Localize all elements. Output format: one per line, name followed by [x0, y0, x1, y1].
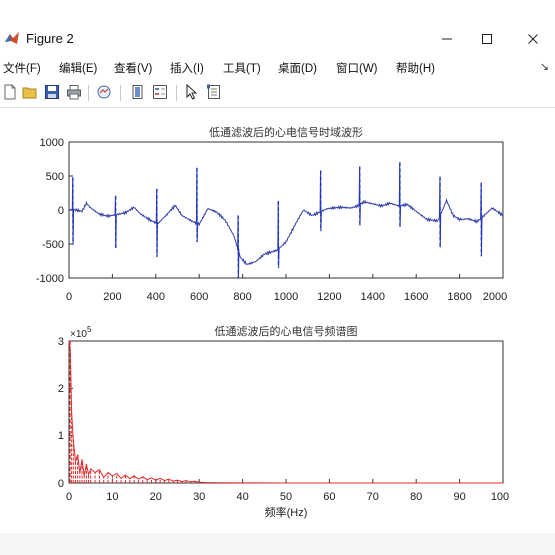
window-title: Figure 2	[26, 31, 74, 46]
x-tick-label: 0	[66, 291, 72, 303]
y-tick-label: 1000	[40, 137, 64, 149]
menu-window[interactable]: 窗口(W)	[336, 60, 378, 76]
maximize-icon	[482, 34, 492, 44]
link-plot-icon[interactable]	[96, 84, 112, 100]
y-tick-label: -500	[42, 239, 64, 251]
x-tick-label: 50	[280, 491, 292, 503]
x-tick-label: 2000	[483, 291, 507, 303]
x-tick-label: 20	[150, 491, 162, 503]
x-tick-label: 10	[106, 491, 118, 503]
y-tick-label: 2	[58, 383, 64, 395]
open-file-icon[interactable]	[22, 84, 38, 100]
maximize-button[interactable]	[476, 28, 498, 50]
save-icon[interactable]	[44, 84, 60, 100]
matlab-icon	[5, 32, 19, 44]
figure-window: Figure 2 文件(F) 编辑(E) 查看(V) 插入(I) 工具(T) 桌…	[0, 0, 555, 555]
minimize-icon	[442, 38, 452, 40]
plot-canvas: 低通滤波后的心电信号时域波形 1000 500 0 -500 -1000 0 2…	[36, 125, 509, 519]
menu-insert[interactable]: 插入(I)	[170, 60, 204, 76]
x-tick-label: 0	[66, 491, 72, 503]
menu-desktop[interactable]: 桌面(D)	[278, 60, 317, 76]
close-button[interactable]	[522, 28, 544, 50]
spectrum-title: 低通滤波后的心电信号频谱图	[215, 324, 358, 338]
x-tick-label: 800	[233, 291, 251, 303]
x-tick-label: 80	[410, 491, 422, 503]
print-icon[interactable]	[66, 84, 82, 100]
menu-view[interactable]: 查看(V)	[114, 60, 152, 76]
toolbar	[0, 79, 555, 108]
menu-tools[interactable]: 工具(T)	[223, 60, 261, 76]
x-axis-label: 频率(Hz)	[265, 505, 308, 519]
new-figure-icon[interactable]	[2, 84, 18, 100]
x-tick-label: 1400	[361, 291, 385, 303]
x-tick-label: 60	[323, 491, 335, 503]
x-tick-label: 600	[190, 291, 208, 303]
menu-file[interactable]: 文件(F)	[3, 60, 41, 76]
y-exponent-label: ×105	[70, 325, 92, 340]
time-domain-title: 低通滤波后的心电信号时域波形	[209, 125, 363, 139]
y-tick-label: 500	[46, 171, 64, 183]
close-icon	[528, 34, 538, 44]
title-bar: Figure 2	[0, 22, 555, 56]
x-tick-label: 1000	[274, 291, 298, 303]
time-domain-axes[interactable]: 低通滤波后的心电信号时域波形 1000 500 0 -500 -1000 0 2…	[36, 125, 507, 303]
x-tick-label: 1800	[447, 291, 471, 303]
x-tick-label: 1600	[404, 291, 428, 303]
property-editor-icon[interactable]	[206, 84, 222, 100]
insert-colorbar-icon[interactable]	[130, 84, 146, 100]
y-tick-label: 0	[58, 478, 64, 490]
x-tick-label: 40	[236, 491, 248, 503]
menu-help[interactable]: 帮助(H)	[396, 60, 435, 76]
insert-legend-icon[interactable]	[152, 84, 168, 100]
y-tick-label: 3	[58, 336, 64, 348]
dock-arrow-icon[interactable]: ↘	[540, 60, 549, 73]
x-tick-label: 200	[103, 291, 121, 303]
figure-canvas: 低通滤波后的心电信号时域波形 1000 500 0 -500 -1000 0 2…	[0, 108, 555, 533]
toolbar-separator	[176, 85, 177, 101]
x-tick-label: 30	[193, 491, 205, 503]
y-tick-label: 1	[58, 430, 64, 442]
x-tick-label: 100	[491, 491, 509, 503]
menu-edit[interactable]: 编辑(E)	[59, 60, 97, 76]
toolbar-separator	[88, 85, 89, 101]
y-tick-label: 0	[58, 205, 64, 217]
y-exponent-power: 5	[87, 325, 92, 334]
menu-bar: 文件(F) 编辑(E) 查看(V) 插入(I) 工具(T) 桌面(D) 窗口(W…	[0, 56, 555, 78]
x-tick-label: 90	[453, 491, 465, 503]
x-tick-label: 70	[367, 491, 379, 503]
minimize-button[interactable]	[436, 28, 458, 50]
spectrum-axes[interactable]: 低通滤波后的心电信号频谱图 ×105 3 2 1 0 0 10 20 30 40…	[58, 324, 509, 519]
y-tick-label: -1000	[36, 273, 64, 285]
status-strip	[0, 533, 555, 555]
y-exponent-base: ×10	[70, 329, 87, 340]
x-tick-label: 1200	[317, 291, 341, 303]
x-tick-label: 400	[147, 291, 165, 303]
toolbar-separator	[120, 85, 121, 101]
select-arrow-icon[interactable]	[184, 84, 200, 100]
